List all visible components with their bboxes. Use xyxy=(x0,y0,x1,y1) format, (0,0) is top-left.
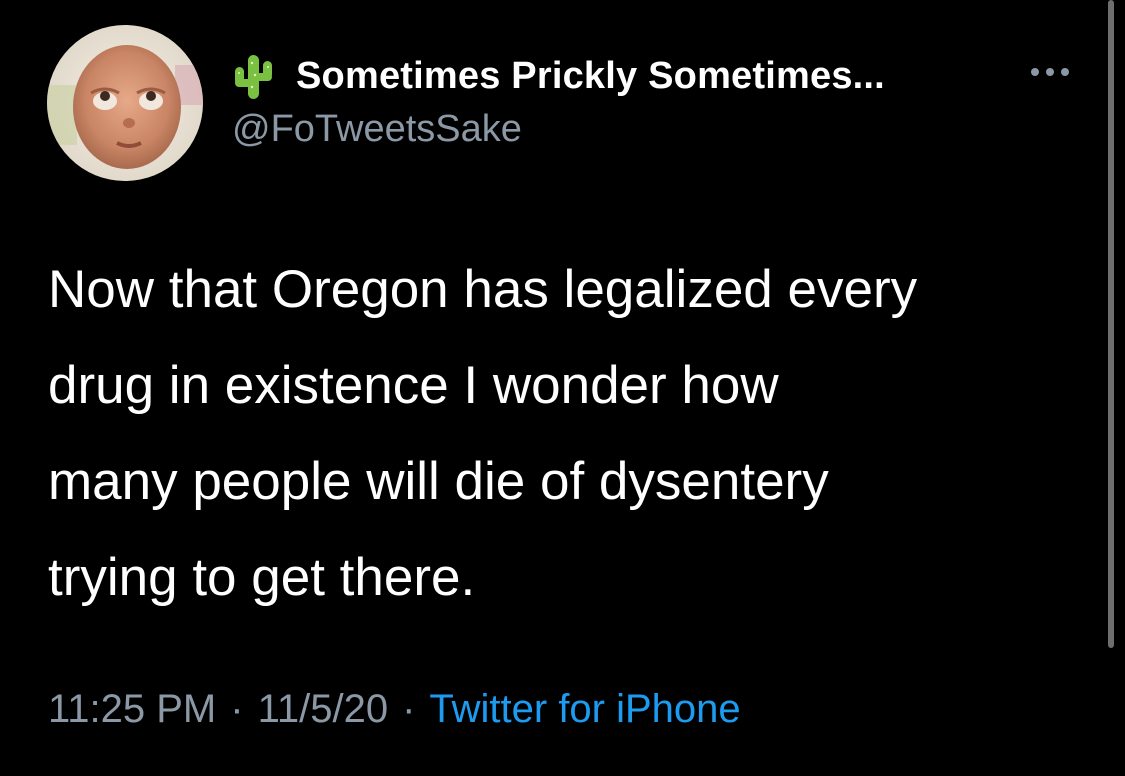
tweet-date[interactable]: 11/5/20 xyxy=(258,687,389,732)
scrollbar[interactable] xyxy=(1108,0,1114,648)
avatar[interactable] xyxy=(47,25,203,181)
meta-separator: · xyxy=(402,687,416,731)
cactus-icon xyxy=(235,55,272,99)
tweet-card: Sometimes Prickly Sometimes... @FoTweets… xyxy=(0,0,1125,776)
author-handle[interactable]: @FoTweetsSake xyxy=(232,108,522,151)
tweet-text: Now that Oregon has legalized every drug… xyxy=(48,260,918,607)
tweet-meta: 11:25 PM · 11/5/20 · Twitter for iPhone xyxy=(48,687,741,732)
tweet-source-link[interactable]: Twitter for iPhone xyxy=(429,687,740,732)
more-options-icon[interactable] xyxy=(1026,62,1074,82)
tweet-time: 11:25 PM xyxy=(48,687,217,731)
author-display-name[interactable]: Sometimes Prickly Sometimes... xyxy=(296,55,885,98)
name-row: Sometimes Prickly Sometimes... xyxy=(232,48,1022,104)
author-header: Sometimes Prickly Sometimes... xyxy=(232,48,1022,104)
baby-face-avatar-icon xyxy=(47,25,203,181)
meta-separator: · xyxy=(230,687,244,731)
